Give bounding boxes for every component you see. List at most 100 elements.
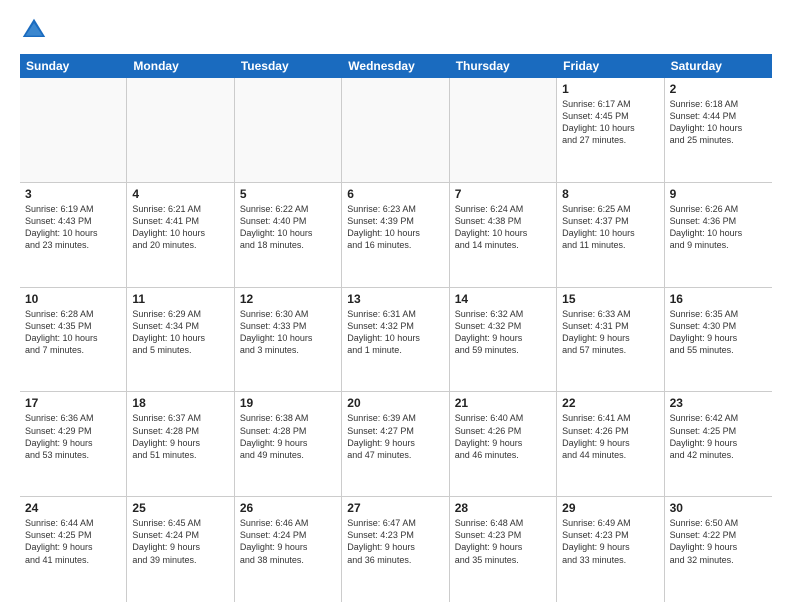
logo xyxy=(20,16,52,44)
day-number: 11 xyxy=(132,292,228,306)
cal-cell-21: 21 Sunrise: 6:40 AMSunset: 4:26 PMDayligh… xyxy=(450,392,557,496)
week-row-2: 3 Sunrise: 6:19 AMSunset: 4:43 PMDaylight… xyxy=(20,183,772,288)
day-number: 13 xyxy=(347,292,443,306)
day-number: 30 xyxy=(670,501,767,515)
cal-cell-20: 20 Sunrise: 6:39 AMSunset: 4:27 PMDayligh… xyxy=(342,392,449,496)
day-info: Sunrise: 6:29 AMSunset: 4:34 PMDaylight:… xyxy=(132,308,228,357)
day-number: 29 xyxy=(562,501,658,515)
day-number: 26 xyxy=(240,501,336,515)
day-number: 17 xyxy=(25,396,121,410)
day-info: Sunrise: 6:17 AMSunset: 4:45 PMDaylight:… xyxy=(562,98,658,147)
cal-cell-1: 1 Sunrise: 6:17 AMSunset: 4:45 PMDaylight… xyxy=(557,78,664,182)
day-info: Sunrise: 6:22 AMSunset: 4:40 PMDaylight:… xyxy=(240,203,336,252)
page: SundayMondayTuesdayWednesdayThursdayFrid… xyxy=(0,0,792,612)
day-number: 25 xyxy=(132,501,228,515)
day-number: 3 xyxy=(25,187,121,201)
day-number: 1 xyxy=(562,82,658,96)
cal-cell-empty-0-1 xyxy=(127,78,234,182)
cal-cell-5: 5 Sunrise: 6:22 AMSunset: 4:40 PMDaylight… xyxy=(235,183,342,287)
cal-cell-8: 8Sunrise: 6:25 AMSunset: 4:37 PMDaylight… xyxy=(557,183,664,287)
week-row-1: 1 Sunrise: 6:17 AMSunset: 4:45 PMDaylight… xyxy=(20,78,772,183)
day-info: Sunrise: 6:25 AMSunset: 4:37 PMDaylight:… xyxy=(562,203,658,252)
day-number: 7 xyxy=(455,187,551,201)
day-info: Sunrise: 6:33 AMSunset: 4:31 PMDaylight:… xyxy=(562,308,658,357)
cal-cell-18: 18 Sunrise: 6:37 AMSunset: 4:28 PMDayligh… xyxy=(127,392,234,496)
cal-cell-17: 17Sunrise: 6:36 AMSunset: 4:29 PMDayligh… xyxy=(20,392,127,496)
day-info: Sunrise: 6:37 AMSunset: 4:28 PMDaylight:… xyxy=(132,412,228,461)
header-day-wednesday: Wednesday xyxy=(342,54,449,78)
logo-icon xyxy=(20,16,48,44)
cal-cell-6: 6 Sunrise: 6:23 AMSunset: 4:39 PMDaylight… xyxy=(342,183,449,287)
day-info: Sunrise: 6:21 AMSunset: 4:41 PMDaylight:… xyxy=(132,203,228,252)
cal-cell-29: 29 Sunrise: 6:49 AMSunset: 4:23 PMDayligh… xyxy=(557,497,664,602)
day-number: 18 xyxy=(132,396,228,410)
cal-cell-27: 27Sunrise: 6:47 AMSunset: 4:23 PMDayligh… xyxy=(342,497,449,602)
header-day-friday: Friday xyxy=(557,54,664,78)
day-info: Sunrise: 6:49 AMSunset: 4:23 PMDaylight:… xyxy=(562,517,658,566)
week-row-5: 24 Sunrise: 6:44 AMSunset: 4:25 PMDayligh… xyxy=(20,497,772,602)
cal-cell-14: 14Sunrise: 6:32 AMSunset: 4:32 PMDayligh… xyxy=(450,288,557,392)
calendar-header: SundayMondayTuesdayWednesdayThursdayFrid… xyxy=(20,54,772,78)
day-info: Sunrise: 6:24 AMSunset: 4:38 PMDaylight:… xyxy=(455,203,551,252)
day-info: Sunrise: 6:48 AMSunset: 4:23 PMDaylight:… xyxy=(455,517,551,566)
cal-cell-10: 10 Sunrise: 6:28 AMSunset: 4:35 PMDayligh… xyxy=(20,288,127,392)
day-info: Sunrise: 6:26 AMSunset: 4:36 PMDaylight:… xyxy=(670,203,767,252)
cal-cell-empty-0-3 xyxy=(342,78,449,182)
day-info: Sunrise: 6:41 AMSunset: 4:26 PMDaylight:… xyxy=(562,412,658,461)
cal-cell-23: 23Sunrise: 6:42 AMSunset: 4:25 PMDayligh… xyxy=(665,392,772,496)
day-info: Sunrise: 6:23 AMSunset: 4:39 PMDaylight:… xyxy=(347,203,443,252)
day-number: 28 xyxy=(455,501,551,515)
day-info: Sunrise: 6:28 AMSunset: 4:35 PMDaylight:… xyxy=(25,308,121,357)
cal-cell-26: 26 Sunrise: 6:46 AMSunset: 4:24 PMDayligh… xyxy=(235,497,342,602)
cal-cell-25: 25 Sunrise: 6:45 AMSunset: 4:24 PMDayligh… xyxy=(127,497,234,602)
cal-cell-11: 11 Sunrise: 6:29 AMSunset: 4:34 PMDayligh… xyxy=(127,288,234,392)
day-number: 24 xyxy=(25,501,121,515)
day-number: 19 xyxy=(240,396,336,410)
day-info: Sunrise: 6:18 AMSunset: 4:44 PMDaylight:… xyxy=(670,98,767,147)
header xyxy=(20,16,772,44)
day-number: 22 xyxy=(562,396,658,410)
day-number: 12 xyxy=(240,292,336,306)
cal-cell-2: 2 Sunrise: 6:18 AMSunset: 4:44 PMDaylight… xyxy=(665,78,772,182)
cal-cell-13: 13Sunrise: 6:31 AMSunset: 4:32 PMDayligh… xyxy=(342,288,449,392)
day-number: 10 xyxy=(25,292,121,306)
day-info: Sunrise: 6:44 AMSunset: 4:25 PMDaylight:… xyxy=(25,517,121,566)
day-info: Sunrise: 6:38 AMSunset: 4:28 PMDaylight:… xyxy=(240,412,336,461)
cal-cell-28: 28 Sunrise: 6:48 AMSunset: 4:23 PMDayligh… xyxy=(450,497,557,602)
day-number: 5 xyxy=(240,187,336,201)
cal-cell-19: 19 Sunrise: 6:38 AMSunset: 4:28 PMDayligh… xyxy=(235,392,342,496)
cal-cell-7: 7 Sunrise: 6:24 AMSunset: 4:38 PMDaylight… xyxy=(450,183,557,287)
day-number: 20 xyxy=(347,396,443,410)
cal-cell-empty-0-2 xyxy=(235,78,342,182)
cal-cell-15: 15Sunrise: 6:33 AMSunset: 4:31 PMDayligh… xyxy=(557,288,664,392)
day-info: Sunrise: 6:32 AMSunset: 4:32 PMDaylight:… xyxy=(455,308,551,357)
calendar: SundayMondayTuesdayWednesdayThursdayFrid… xyxy=(20,54,772,602)
day-info: Sunrise: 6:30 AMSunset: 4:33 PMDaylight:… xyxy=(240,308,336,357)
calendar-body: 1 Sunrise: 6:17 AMSunset: 4:45 PMDaylight… xyxy=(20,78,772,602)
day-number: 23 xyxy=(670,396,767,410)
cal-cell-4: 4 Sunrise: 6:21 AMSunset: 4:41 PMDaylight… xyxy=(127,183,234,287)
header-day-thursday: Thursday xyxy=(450,54,557,78)
day-number: 6 xyxy=(347,187,443,201)
day-info: Sunrise: 6:40 AMSunset: 4:26 PMDaylight:… xyxy=(455,412,551,461)
cal-cell-9: 9Sunrise: 6:26 AMSunset: 4:36 PMDaylight… xyxy=(665,183,772,287)
day-number: 21 xyxy=(455,396,551,410)
day-number: 4 xyxy=(132,187,228,201)
cal-cell-30: 30Sunrise: 6:50 AMSunset: 4:22 PMDayligh… xyxy=(665,497,772,602)
cal-cell-empty-0-0 xyxy=(20,78,127,182)
day-info: Sunrise: 6:39 AMSunset: 4:27 PMDaylight:… xyxy=(347,412,443,461)
cal-cell-empty-0-4 xyxy=(450,78,557,182)
day-info: Sunrise: 6:35 AMSunset: 4:30 PMDaylight:… xyxy=(670,308,767,357)
day-number: 2 xyxy=(670,82,767,96)
day-info: Sunrise: 6:19 AMSunset: 4:43 PMDaylight:… xyxy=(25,203,121,252)
week-row-4: 17Sunrise: 6:36 AMSunset: 4:29 PMDayligh… xyxy=(20,392,772,497)
cal-cell-24: 24 Sunrise: 6:44 AMSunset: 4:25 PMDayligh… xyxy=(20,497,127,602)
day-info: Sunrise: 6:46 AMSunset: 4:24 PMDaylight:… xyxy=(240,517,336,566)
header-day-saturday: Saturday xyxy=(665,54,772,78)
day-info: Sunrise: 6:45 AMSunset: 4:24 PMDaylight:… xyxy=(132,517,228,566)
cal-cell-12: 12 Sunrise: 6:30 AMSunset: 4:33 PMDayligh… xyxy=(235,288,342,392)
header-day-tuesday: Tuesday xyxy=(235,54,342,78)
cal-cell-22: 22 Sunrise: 6:41 AMSunset: 4:26 PMDayligh… xyxy=(557,392,664,496)
week-row-3: 10 Sunrise: 6:28 AMSunset: 4:35 PMDayligh… xyxy=(20,288,772,393)
cal-cell-3: 3 Sunrise: 6:19 AMSunset: 4:43 PMDaylight… xyxy=(20,183,127,287)
